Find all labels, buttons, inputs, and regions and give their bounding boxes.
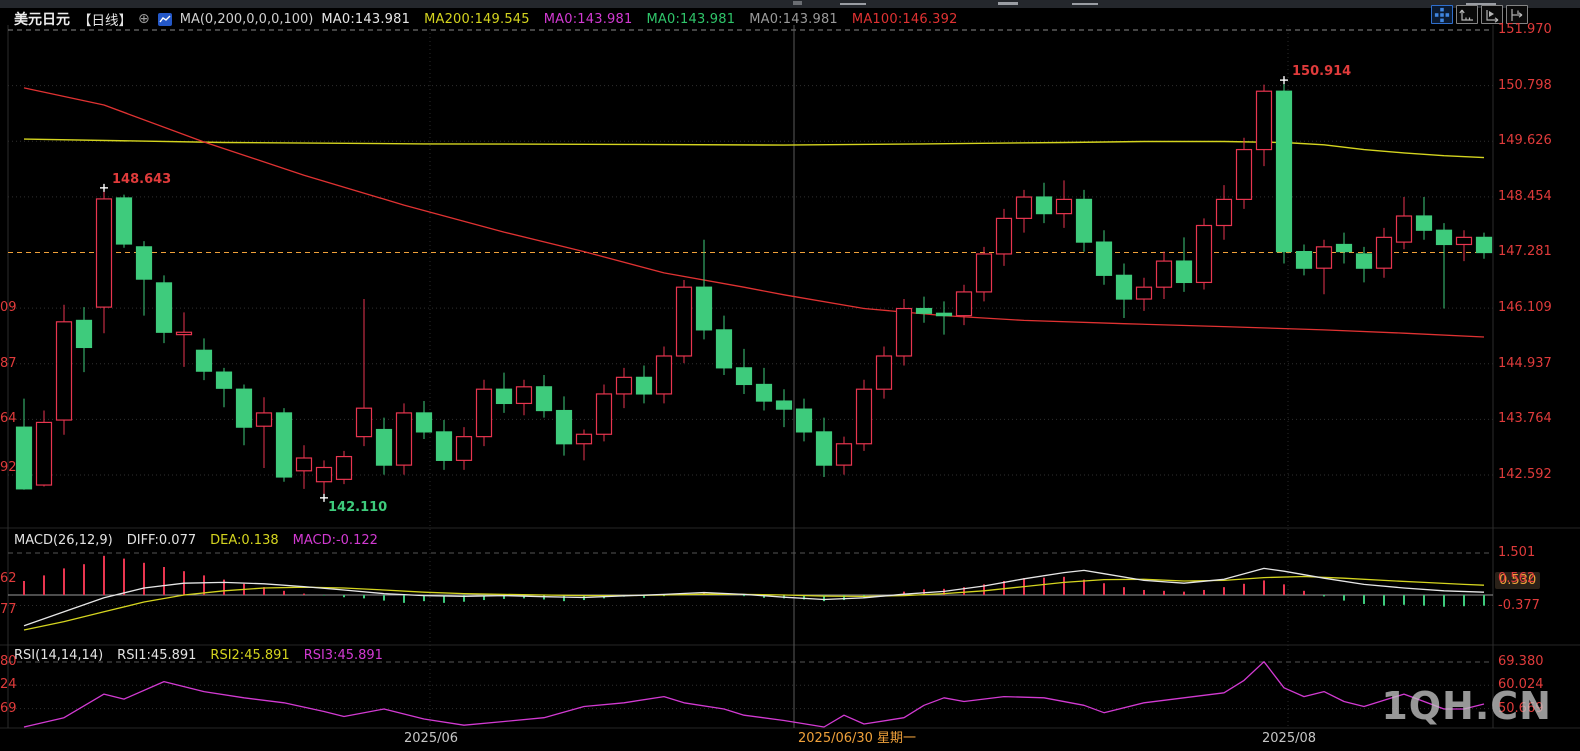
clipped-left-axis-tick: 09: [0, 300, 19, 315]
ma-value: MA100:146.392: [852, 12, 958, 27]
price-axis-tick: 147.281: [1498, 244, 1552, 259]
ma-value: MA0:143.981: [749, 12, 838, 27]
rsi-value: RSI(14,14,14): [14, 648, 103, 663]
mini-chart-icon[interactable]: [158, 13, 172, 26]
clipped-left-axis-tick: 80: [0, 654, 19, 669]
price-axis-tick: 143.764: [1498, 411, 1552, 426]
price-axis-tick: 144.937: [1498, 356, 1552, 371]
macd-axis-tick: 0.562: [1498, 571, 1535, 586]
macd-value: MACD:-0.122: [293, 533, 378, 548]
macd-axis-tick: -0.377: [1498, 598, 1540, 613]
macd-value: DIFF:0.077: [127, 533, 196, 548]
price-axis-icon[interactable]: [1456, 5, 1478, 24]
x-axis-month-label: 2025/08: [1262, 731, 1316, 746]
price-annotation: 150.914: [1292, 64, 1351, 79]
price-axis-tick: 146.109: [1498, 300, 1552, 315]
clipped-left-axis-tick: 69: [0, 701, 19, 716]
macd-value: DEA:0.138: [210, 533, 279, 548]
ma-legend: MA0:143.981 MA200:149.545 MA0:143.981 MA0:1…: [321, 12, 957, 27]
clipped-left-axis-tick: 64: [0, 411, 19, 426]
macd-legend: MACD(26,12,9) DIFF:0.077 DEA:0.138 MACD:-0.…: [14, 533, 378, 548]
price-axis-tick: 142.592: [1498, 467, 1552, 482]
rsi-legend: RSI(14,14,14) RSI1:45.891 RSI2:45.891 RSI3:…: [14, 648, 383, 663]
price-axis-tick: 151.970: [1498, 22, 1552, 37]
clipped-left-axis-tick: 62: [0, 571, 19, 586]
chart-header: 美元日元 【日线】 ⊕ MA(0,200,0,0,0,100) MA0:143.…: [0, 8, 1580, 30]
macd-axis-tick: 1.501: [1498, 545, 1535, 560]
price-annotation: 148.643: [112, 172, 171, 187]
chart-canvas[interactable]: [0, 0, 1580, 751]
clipped-left-axis-tick: 92: [0, 460, 19, 475]
clipped-left-axis-tick: 77: [0, 602, 19, 617]
period-selector[interactable]: 【日线】: [78, 9, 132, 29]
clipped-left-axis-tick: 24: [0, 677, 19, 692]
symbol-title: 美元日元: [14, 9, 70, 29]
ma-value: MA200:149.545: [424, 12, 530, 27]
x-axis-month-label: 2025/06: [404, 731, 458, 746]
ma-settings-label[interactable]: MA(0,200,0,0,0,100): [180, 12, 314, 27]
crosshair-date-label: 2025/06/30 星期一: [798, 731, 916, 746]
clipped-left-axis-tick: 87: [0, 356, 19, 371]
rsi-value: RSI1:45.891: [117, 648, 196, 663]
ma-value: MA0:143.981: [321, 12, 410, 27]
price-axis-tick: 148.454: [1498, 189, 1552, 204]
price-annotation: 142.110: [328, 500, 387, 515]
pan-crosshair-icon[interactable]: [1431, 5, 1453, 24]
rsi-value: RSI3:45.891: [304, 648, 383, 663]
brand-watermark: 1QH.CN: [1381, 684, 1552, 728]
price-axis-tick: 149.626: [1498, 133, 1552, 148]
macd-value: MACD(26,12,9): [14, 533, 113, 548]
add-indicator-icon[interactable]: ⊕: [138, 11, 150, 27]
rsi-axis-tick: 69.380: [1498, 654, 1544, 669]
price-axis-tick: 150.798: [1498, 78, 1552, 93]
ma-value: MA0:143.981: [544, 12, 633, 27]
ma-value: MA0:143.981: [646, 12, 735, 27]
rsi-value: RSI2:45.891: [210, 648, 289, 663]
